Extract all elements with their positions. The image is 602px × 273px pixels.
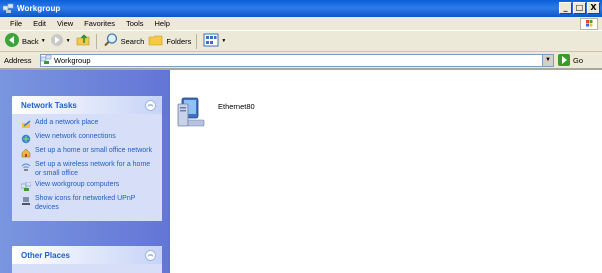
menu-edit[interactable]: Edit [33, 19, 46, 28]
search-icon [103, 32, 119, 50]
network-tasks-header[interactable]: Network Tasks ︽ [12, 96, 162, 114]
other-places-panel: Other Places ︽ [12, 246, 162, 273]
upnp-devices-icon [21, 196, 31, 206]
up-folder-icon [75, 32, 91, 50]
toolbar-separator [95, 33, 97, 49]
folders-label: Folders [166, 36, 192, 46]
menu-bar: File Edit View Favorites Tools Help [0, 17, 602, 31]
other-places-header[interactable]: Other Places ︽ [12, 246, 162, 264]
address-dropdown-icon[interactable]: ▼ [542, 55, 553, 66]
menu-file[interactable]: File [10, 19, 22, 28]
computer-item-ethernet80[interactable]: Ethernet80 [174, 96, 255, 132]
title-bar[interactable]: Workgroup _ □ X [0, 0, 602, 17]
task-label: View network connections [35, 133, 116, 140]
search-label: Search [120, 36, 145, 46]
back-arrow-icon [4, 32, 20, 50]
toolbar: Back ▼ ▼ Search Folders ▼ [0, 31, 602, 52]
wireless-network-icon [21, 162, 31, 172]
views-icon [203, 33, 219, 49]
address-input[interactable]: Workgroup ▼ [40, 54, 554, 67]
menu-favorites[interactable]: Favorites [84, 19, 115, 28]
back-dropdown-icon[interactable]: ▼ [41, 38, 46, 44]
item-label: Ethernet80 [218, 102, 255, 111]
folders-icon [148, 32, 164, 50]
other-places-title: Other Places [21, 250, 70, 260]
folders-button[interactable]: Folders [148, 32, 191, 50]
task-show-upnp-devices[interactable]: Show icons for networked UPnP devices [21, 195, 156, 212]
task-label: Set up a home or small office network [35, 147, 152, 154]
content-area: Network Tasks ︽ Add a network place View… [0, 70, 602, 273]
workgroup-small-icon [40, 54, 52, 67]
collapse-chevron-icon[interactable]: ︽ [145, 249, 156, 261]
collapse-chevron-icon[interactable]: ︽ [145, 99, 156, 111]
search-button[interactable]: Search [103, 32, 145, 50]
add-network-place-icon [21, 120, 31, 130]
task-add-network-place[interactable]: Add a network place [21, 119, 156, 130]
workgroup-icon [2, 3, 14, 14]
views-button[interactable]: ▼ [203, 33, 226, 49]
views-dropdown-icon[interactable]: ▼ [221, 38, 226, 44]
workgroup-computers-icon [20, 181, 32, 192]
task-setup-home-network[interactable]: Set up a home or small office network [21, 147, 156, 158]
close-button[interactable]: X [587, 2, 600, 14]
go-arrow-icon [558, 54, 570, 66]
task-pane: Network Tasks ︽ Add a network place View… [0, 70, 170, 273]
address-label: Address [4, 55, 32, 65]
go-label: Go [573, 55, 584, 65]
task-view-workgroup-computers[interactable]: View workgroup computers [20, 181, 156, 192]
maximize-button[interactable]: □ [573, 2, 586, 14]
computer-icon [174, 96, 210, 132]
task-label: View workgroup computers [35, 181, 120, 188]
home-network-icon [21, 148, 31, 158]
forward-dropdown-icon[interactable]: ▼ [66, 38, 71, 44]
menu-view[interactable]: View [57, 19, 73, 28]
task-label: Set up a wireless network for a home or … [35, 161, 151, 177]
toolbar-separator [196, 33, 198, 49]
network-tasks-panel: Network Tasks ︽ Add a network place View… [12, 96, 162, 221]
back-button[interactable]: Back ▼ [4, 32, 46, 50]
network-tasks-title: Network Tasks [21, 100, 77, 110]
forward-arrow-icon [50, 33, 64, 49]
menu-tools[interactable]: Tools [126, 19, 144, 28]
menu-help[interactable]: Help [155, 19, 170, 28]
go-button[interactable]: Go [558, 54, 583, 66]
up-folder-button[interactable] [75, 32, 91, 50]
address-text: Workgroup [54, 56, 91, 65]
task-label: Add a network place [35, 119, 99, 126]
forward-button[interactable]: ▼ [50, 33, 71, 49]
task-setup-wireless-network[interactable]: Set up a wireless network for a home or … [21, 161, 156, 178]
address-bar: Address Workgroup ▼ Go [0, 52, 602, 69]
window-title: Workgroup [17, 4, 61, 13]
task-label: Show icons for networked UPnP devices [35, 195, 136, 211]
network-connections-icon [21, 134, 31, 144]
task-view-network-connections[interactable]: View network connections [21, 133, 156, 144]
windows-logo-icon [580, 18, 598, 30]
minimize-button[interactable]: _ [559, 2, 572, 14]
back-label: Back [22, 36, 39, 46]
